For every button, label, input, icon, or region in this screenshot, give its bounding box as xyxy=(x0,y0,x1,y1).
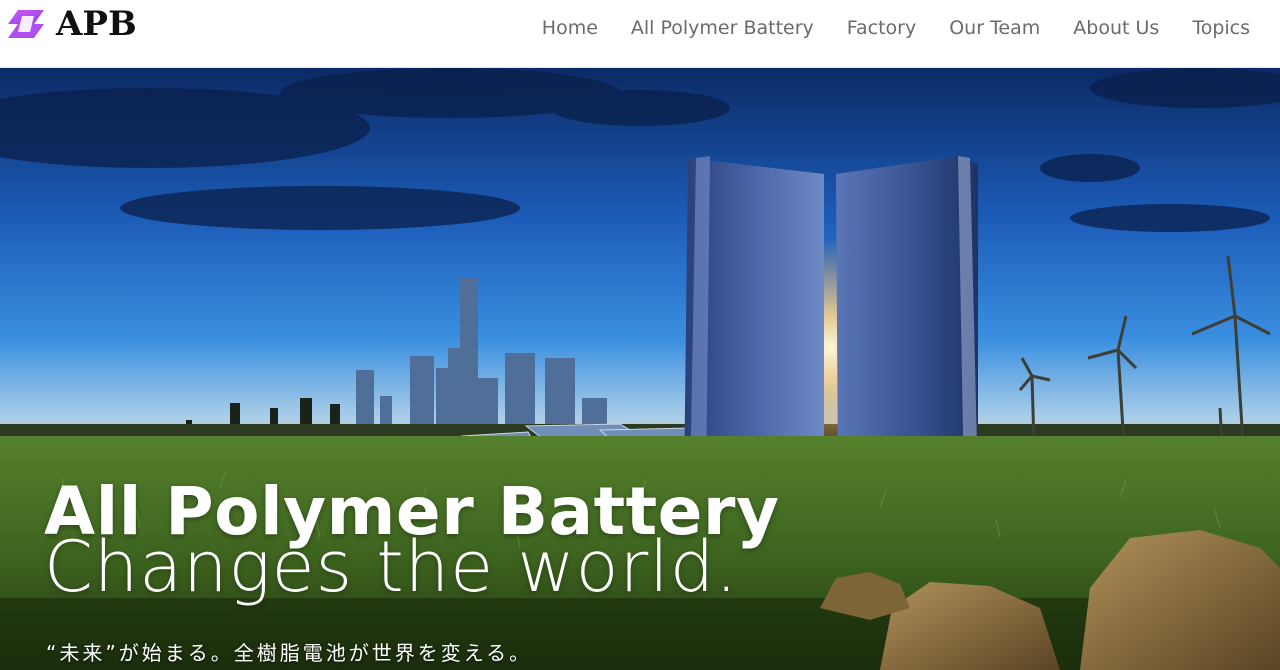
apb-logo-icon xyxy=(8,10,44,38)
nav-about-us[interactable]: About Us xyxy=(1073,17,1159,39)
logo-link[interactable]: APB xyxy=(4,6,137,42)
nav-our-team[interactable]: Our Team xyxy=(949,17,1040,39)
hero-tagline: “未来”が始まる。全樹脂電池が世界を変える。 xyxy=(46,641,533,665)
hero-section: All Polymer Battery Changes the world. “… xyxy=(0,68,1280,670)
nav-home[interactable]: Home xyxy=(542,17,598,39)
logo-text: APB xyxy=(56,4,137,44)
nav-factory[interactable]: Factory xyxy=(847,17,916,39)
site-header: APB Home All Polymer Battery Factory Our… xyxy=(0,0,1280,68)
hero-subtitle: Changes the world. xyxy=(44,526,739,608)
nav-all-polymer-battery[interactable]: All Polymer Battery xyxy=(631,17,814,39)
main-nav: Home All Polymer Battery Factory Our Tea… xyxy=(542,14,1250,42)
nav-topics[interactable]: Topics xyxy=(1192,17,1250,39)
